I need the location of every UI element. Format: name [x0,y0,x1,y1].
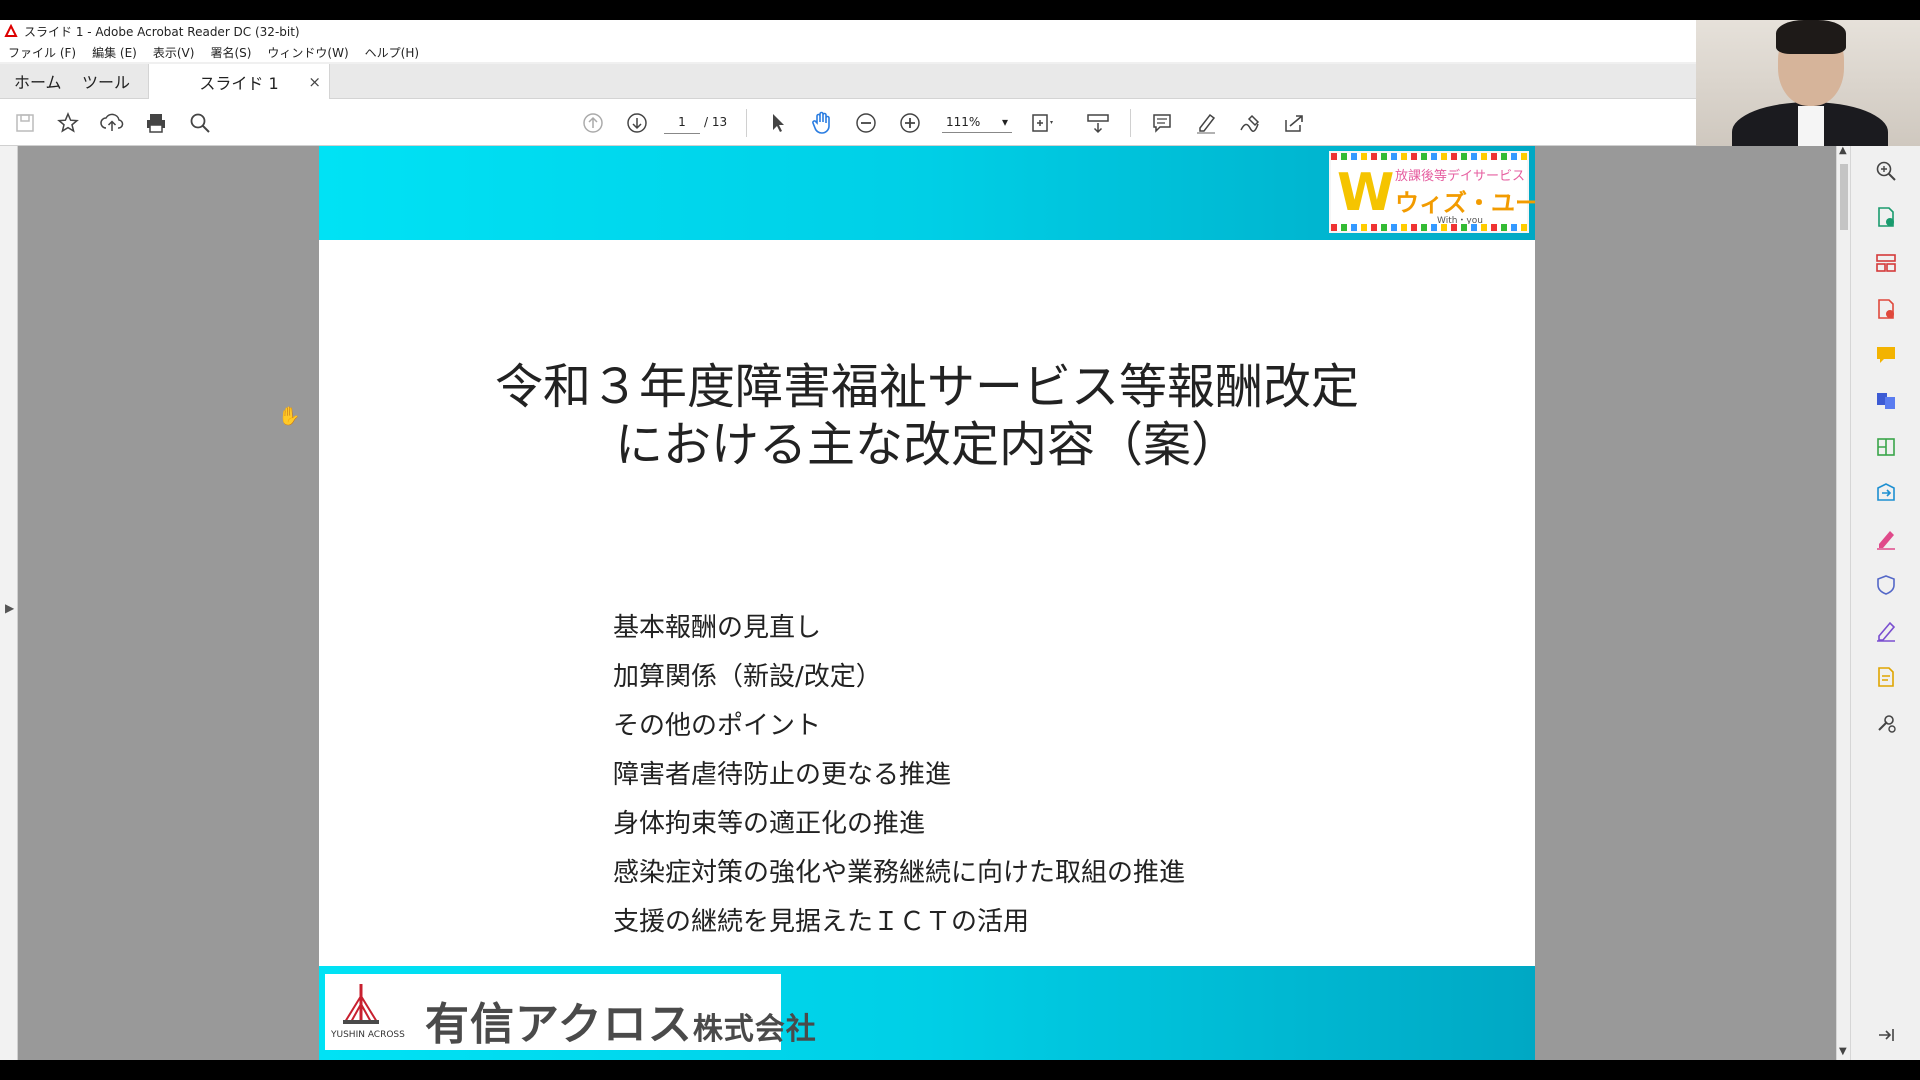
chevron-down-icon: ▾ [1001,115,1008,129]
slide-item-list: 基本報酬の見直し 加算関係（新設/改定） その他のポイント 障害者虐待防止の更な… [613,604,1185,947]
list-item: 支援の継続を見据えたＩＣＴの活用 [613,907,1030,937]
zoom-out-icon[interactable] [853,110,879,136]
sign-icon[interactable] [1237,110,1263,136]
document-viewer[interactable]: ▶ W 放課後等デイサービス ウィズ・ユー With・you 令和３年度障害福祉… [0,145,1851,1060]
menu-window[interactable]: ウィンドウ(W) [259,44,356,61]
logo-w-mark: W [1337,163,1395,223]
search-icon[interactable] [187,110,213,136]
list-item: 感染症対策の強化や業務継続に向けた取組の推進 [613,858,1186,888]
yushin-across-logo: YUSHIN ACROSS 有信アクロス株式会社 [325,974,816,1050]
list-item: 身体拘束等の適正化の推進 [613,809,926,839]
protect-icon[interactable] [1871,570,1901,600]
scroll-mode-icon[interactable] [1085,110,1111,136]
right-tools-panel [1850,146,1920,1060]
company-name-main: 有信アクロス [425,999,693,1050]
toolbar-divider [1130,109,1131,137]
bottom-letterbox [0,1060,1920,1080]
send-icon[interactable] [1871,478,1901,508]
page-down-icon[interactable] [624,110,650,136]
slide-title: 令和３年度障害福祉サービス等報酬改定 における主な改定内容（案） [319,358,1535,474]
logo-dots-bottom [1331,224,1527,231]
slide-page: W 放課後等デイサービス ウィズ・ユー With・you 令和３年度障害福祉サー… [319,146,1535,1060]
slide-title-line1: 令和３年度障害福祉サービス等報酬改定 [494,359,1359,415]
print-icon[interactable] [143,110,169,136]
export-pdf-icon[interactable] [1871,202,1901,232]
page-up-icon[interactable] [580,110,606,136]
acrobat-window: スライド 1 - Adobe Acrobat Reader DC (32-bit… [0,20,1920,1060]
webcam-person-shirt [1798,106,1824,146]
comment-icon[interactable] [1149,110,1175,136]
scroll-down-icon[interactable]: ▼ [1839,1046,1847,1057]
logo-mark-text: YUSHIN ACROSS [331,1030,405,1040]
menu-view[interactable]: 表示(V) [145,44,203,61]
menu-sign[interactable]: 署名(S) [202,44,259,61]
acrobat-app-icon [4,24,18,38]
list-item: 障害者虐待防止の更なる推進 [613,760,952,790]
company-name: 有信アクロス株式会社 [425,988,817,1052]
save-icon[interactable] [12,110,38,136]
tab-tools[interactable]: ツール [82,64,130,98]
company-name-suffix: 株式会社 [692,1012,817,1047]
more-tools-icon[interactable] [1871,708,1901,738]
top-letterbox [0,0,1920,20]
with-you-logo: W 放課後等デイサービス ウィズ・ユー With・you [1329,151,1535,233]
title-bar: スライド 1 - Adobe Acrobat Reader DC (32-bit… [0,20,1696,42]
tab-home[interactable]: ホーム [14,64,62,98]
zoom-icon[interactable] [1871,156,1901,186]
window-title: スライド 1 - Adobe Acrobat Reader DC (32-bit… [24,24,300,39]
fill-sign-icon[interactable] [1871,524,1901,554]
menu-edit[interactable]: 編集 (E) [84,44,145,61]
toolbar-divider [746,109,747,137]
zoom-select[interactable]: 111% ▾ [942,111,1012,133]
select-cursor-icon[interactable] [765,110,791,136]
close-tab-icon[interactable]: × [308,73,321,91]
hand-cursor-icon: ✋ [278,406,301,427]
tab-bar: ホーム ツール スライド 1 × [0,64,1696,99]
comment-icon[interactable] [1871,340,1901,370]
toolbar: 1 / 13 111% ▾ [0,99,1920,146]
yushin-across-mark-icon [343,984,379,1024]
upload-icon[interactable] [99,110,125,136]
create-pdf-icon[interactable] [1871,294,1901,324]
list-item: 加算関係（新設/改定） [613,662,882,692]
scroll-up-icon[interactable]: ▲ [1839,145,1847,156]
share-icon[interactable] [1281,110,1307,136]
hand-icon[interactable] [809,110,835,136]
vertical-scrollbar[interactable]: ▲ ▼ [1836,145,1851,1060]
tab-document-label: スライド 1 [199,73,279,93]
zoom-value: 111% [946,115,981,129]
edit-pdf-icon[interactable] [1871,662,1901,692]
left-nav-strip[interactable]: ▶ [0,146,18,1060]
compress-icon[interactable] [1871,432,1901,462]
combine-files-icon[interactable] [1871,386,1901,416]
webcam-person-hair [1776,20,1846,54]
slide-title-line2: における主な改定内容（案） [614,417,1239,473]
zoom-in-icon[interactable] [897,110,923,136]
tab-document[interactable]: スライド 1 × [148,64,330,99]
logo-subtitle: 放課後等デイサービス [1395,169,1526,184]
menu-help[interactable]: ヘルプ(H) [357,44,427,61]
logo-dots-top [1331,153,1527,160]
menu-file[interactable]: ファイル (F) [0,44,84,61]
page-number-input[interactable]: 1 [664,111,700,134]
expand-left-panel-icon[interactable]: ▶ [5,601,14,615]
scrollbar-thumb[interactable] [1840,164,1848,230]
highlight-icon[interactable] [1193,110,1219,136]
list-item: 基本報酬の見直し [613,613,822,643]
collapse-panel-icon[interactable] [1871,1020,1901,1050]
page-total: / 13 [704,115,728,129]
organize-pages-icon[interactable] [1871,248,1901,278]
request-signature-icon[interactable] [1871,616,1901,646]
webcam-overlay [1696,20,1920,146]
menu-bar: ファイル (F) 編集 (E) 表示(V) 署名(S) ウィンドウ(W) ヘルプ… [0,42,1696,62]
list-item: その他のポイント [613,711,822,741]
fit-page-icon[interactable] [1030,110,1056,136]
star-icon[interactable] [55,110,81,136]
